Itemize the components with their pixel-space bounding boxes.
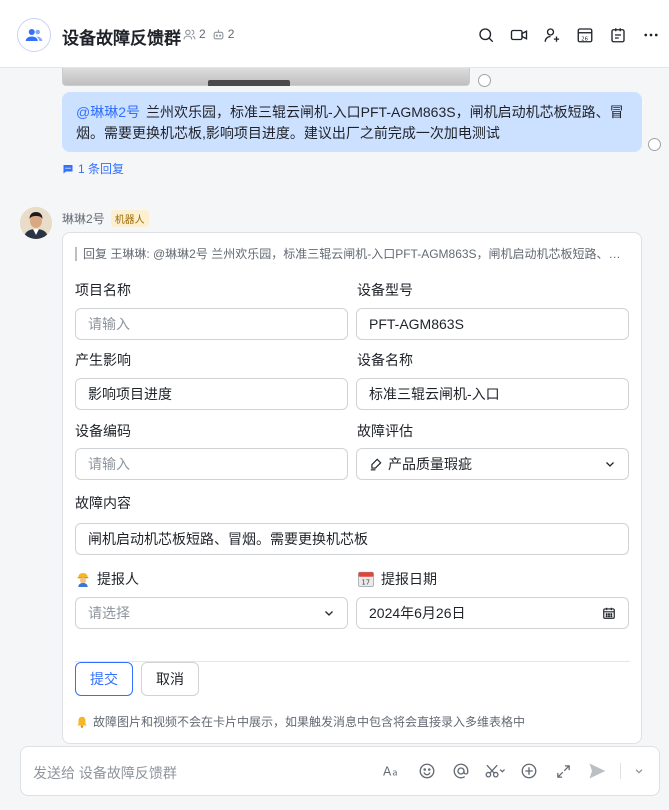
- members-icon: [183, 29, 196, 39]
- project-name-label: 项目名称: [75, 282, 131, 298]
- svg-text:26: 26: [581, 36, 588, 42]
- header-toolbar: 26: [476, 25, 661, 45]
- submit-button[interactable]: 提交: [75, 662, 133, 696]
- message-composer[interactable]: 发送给 设备故障反馈群 Aa: [20, 746, 660, 796]
- project-name-input[interactable]: 请输入: [75, 308, 348, 340]
- impact-input[interactable]: 影响项目进度: [75, 378, 348, 410]
- thread-reply-link[interactable]: 1 条回复: [62, 160, 124, 177]
- board-icon[interactable]: [608, 25, 628, 45]
- device-code-input[interactable]: 请输入: [75, 448, 348, 480]
- svg-text:17: 17: [362, 578, 371, 586]
- tag-pen-icon: [370, 458, 382, 471]
- chevron-down-icon: [606, 462, 614, 467]
- svg-text:A: A: [383, 764, 392, 778]
- group-icon: [25, 29, 43, 41]
- mention-link[interactable]: @琳琳2号: [76, 104, 140, 120]
- report-date-label: 17 提报日期: [357, 569, 437, 589]
- chat-header: 设备故障反馈群 2 2 26: [0, 0, 669, 68]
- worker-emoji-icon: [77, 573, 89, 587]
- text-format-icon[interactable]: Aa: [382, 760, 404, 782]
- chat-meta: 2 2: [183, 27, 234, 41]
- image-content: [208, 80, 290, 86]
- message-text: 兰州欢乐园，标准三辊云闸机-入口PFT-AGM863S，闸机启动机芯板短路、冒烟…: [76, 104, 624, 141]
- message-bubble[interactable]: @琳琳2号 兰州欢乐园，标准三辊云闸机-入口PFT-AGM863S，闸机启动机芯板…: [62, 92, 642, 152]
- message-image-thumbnail[interactable]: [62, 68, 470, 86]
- cancel-button[interactable]: 取消: [141, 662, 199, 696]
- bell-icon: [77, 716, 87, 728]
- emoji-icon[interactable]: [416, 760, 438, 782]
- calendar-icon[interactable]: 26: [575, 25, 595, 45]
- add-icon[interactable]: [518, 760, 540, 782]
- fault-eval-select[interactable]: 产品质量瑕疵: [356, 448, 629, 480]
- device-name-input[interactable]: 标准三辊云闸机-入口: [356, 378, 629, 410]
- screenshot-icon[interactable]: [484, 760, 506, 782]
- form-card: 回复 王琳琳: @琳琳2号 兰州欢乐园，标准三辊云闸机-入口PFT-AGM863…: [62, 232, 642, 744]
- calendar-emoji-icon: 17: [358, 571, 374, 587]
- sender-row: 琳琳2号 机器人: [62, 210, 149, 227]
- expand-icon[interactable]: [552, 760, 574, 782]
- device-model-input[interactable]: PFT-AGM863S: [356, 308, 629, 340]
- add-member-icon[interactable]: [542, 25, 562, 45]
- bot-icon: [213, 29, 224, 39]
- device-model-label: 设备型号: [357, 282, 413, 298]
- comment-icon: [63, 164, 73, 173]
- fault-eval-label: 故障评估: [357, 423, 413, 439]
- toolbar-separator: [620, 763, 621, 779]
- mention-icon[interactable]: [450, 760, 472, 782]
- composer-toolbar: Aa: [382, 760, 645, 782]
- member-count[interactable]: 2: [183, 27, 206, 41]
- avatar[interactable]: [20, 207, 52, 239]
- reporter-select[interactable]: 请选择: [75, 597, 348, 629]
- impact-label: 产生影响: [75, 352, 131, 368]
- fault-content-label: 故障内容: [75, 495, 131, 511]
- search-icon[interactable]: [476, 25, 496, 45]
- read-status-icon: [648, 138, 661, 151]
- chevron-down-icon: [325, 611, 333, 616]
- more-icon[interactable]: [641, 25, 661, 45]
- video-icon[interactable]: [509, 25, 529, 45]
- svg-text:a: a: [392, 768, 397, 778]
- device-code-label: 设备编码: [75, 423, 131, 439]
- send-icon[interactable]: [586, 760, 608, 782]
- device-name-label: 设备名称: [357, 352, 413, 368]
- reply-quote[interactable]: 回复 王琳琳: @琳琳2号 兰州欢乐园，标准三辊云闸机-入口PFT-AGM863…: [75, 247, 627, 261]
- reporter-label: 提报人: [75, 569, 139, 589]
- composer-placeholder: 发送给 设备故障反馈群: [33, 765, 177, 781]
- date-picker-icon: [603, 607, 615, 619]
- report-date-picker[interactable]: 2024年6月26日: [356, 597, 629, 629]
- card-note: 故障图片和视频不会在卡片中展示，如果触发消息中包含将会直接录入多维表格中: [75, 713, 525, 730]
- group-avatar[interactable]: [17, 18, 51, 52]
- chat-title[interactable]: 设备故障反馈群: [62, 24, 181, 49]
- fault-content-input[interactable]: 闸机启动机芯板短路、冒烟。需要更换机芯板: [75, 523, 629, 555]
- read-status-icon: [478, 74, 491, 87]
- chevron-down-icon[interactable]: [633, 760, 645, 782]
- bot-count[interactable]: 2: [212, 27, 234, 41]
- sender-name[interactable]: 琳琳2号: [62, 210, 105, 227]
- bot-badge: 机器人: [110, 210, 149, 227]
